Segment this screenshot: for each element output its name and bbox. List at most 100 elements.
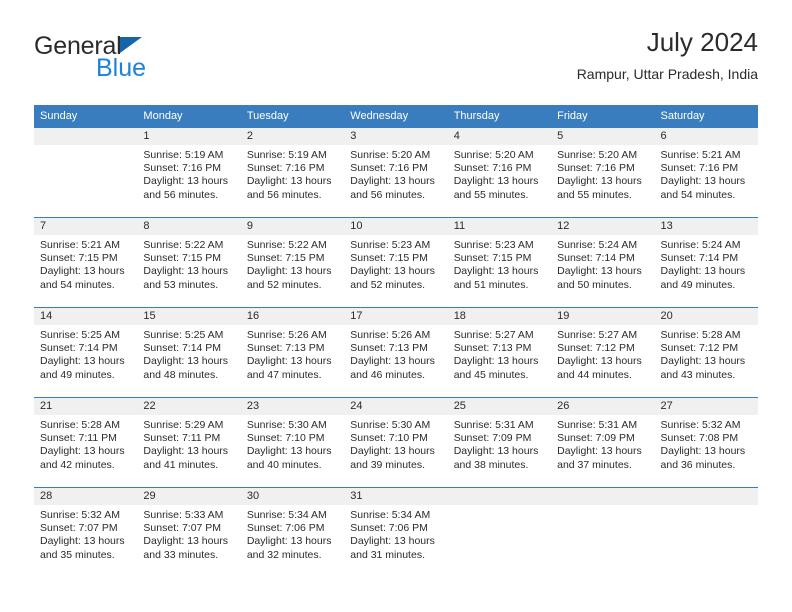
day-cell[interactable]: 27 Sunrise: 5:32 AM Sunset: 7:08 PM Dayl… (654, 397, 758, 488)
logo-text-blue: Blue (96, 54, 147, 82)
day-cell[interactable]: 16 Sunrise: 5:26 AM Sunset: 7:13 PM Dayl… (240, 307, 345, 398)
sunset-text: Sunset: 7:15 PM (453, 252, 532, 265)
daylight-text-line2: and 35 minutes. (40, 548, 115, 561)
day-cell[interactable]: 22 Sunrise: 5:29 AM Sunset: 7:11 PM Dayl… (137, 397, 241, 488)
sunrise-text: Sunrise: 5:27 AM (453, 329, 534, 341)
day-cell[interactable]: 2 Sunrise: 5:19 AM Sunset: 7:16 PM Dayli… (240, 127, 345, 218)
day-cell[interactable]: 24 Sunrise: 5:30 AM Sunset: 7:10 PM Dayl… (344, 397, 448, 488)
day-cell[interactable]: 15 Sunrise: 5:25 AM Sunset: 7:14 PM Dayl… (137, 307, 241, 398)
day-number: 15 (137, 308, 241, 325)
day-number: 4 (447, 128, 552, 145)
daylight-text-line2: and 39 minutes. (350, 458, 425, 471)
day-cell[interactable]: 30 Sunrise: 5:34 AM Sunset: 7:06 PM Dayl… (240, 487, 345, 577)
daylight-text-line1: Daylight: 13 hours (557, 445, 642, 458)
day-number: 1 (137, 128, 241, 145)
general-blue-logo[interactable]: General Blue (34, 34, 244, 90)
day-number: 27 (654, 398, 758, 415)
day-cell[interactable]: 18 Sunrise: 5:27 AM Sunset: 7:13 PM Dayl… (447, 307, 552, 398)
day-cell[interactable]: 29 Sunrise: 5:33 AM Sunset: 7:07 PM Dayl… (137, 487, 241, 577)
day-cell[interactable]: 31 Sunrise: 5:34 AM Sunset: 7:06 PM Dayl… (344, 487, 448, 577)
day-cell[interactable]: 13 Sunrise: 5:24 AM Sunset: 7:14 PM Dayl… (654, 217, 758, 308)
day-cell[interactable]: 6 Sunrise: 5:21 AM Sunset: 7:16 PM Dayli… (654, 127, 758, 218)
day-cell[interactable]: 8 Sunrise: 5:22 AM Sunset: 7:15 PM Dayli… (137, 217, 241, 308)
day-number: 10 (344, 218, 448, 235)
day-cell[interactable]: 11 Sunrise: 5:23 AM Sunset: 7:15 PM Dayl… (447, 217, 552, 308)
sunrise-text: Sunrise: 5:29 AM (143, 419, 224, 431)
sunset-text: Sunset: 7:10 PM (350, 432, 428, 445)
daylight-text-line1: Daylight: 13 hours (246, 535, 332, 548)
sunrise-text: Sunrise: 5:30 AM (246, 419, 327, 431)
sunset-text: Sunset: 7:13 PM (453, 342, 532, 355)
day-cell[interactable]: 21 Sunrise: 5:28 AM Sunset: 7:11 PM Dayl… (34, 397, 138, 488)
day-details: Sunrise: 5:30 AM Sunset: 7:10 PM Dayligh… (241, 415, 344, 472)
sunset-text: Sunset: 7:12 PM (660, 342, 739, 355)
daylight-text-line2: and 51 minutes. (453, 278, 529, 291)
sunrise-text: Sunrise: 5:26 AM (350, 329, 431, 341)
day-number: 14 (34, 308, 138, 325)
day-cell[interactable]: 26 Sunrise: 5:31 AM Sunset: 7:09 PM Dayl… (551, 397, 655, 488)
daylight-text-line1: Daylight: 13 hours (40, 265, 125, 278)
day-cell[interactable]: 12 Sunrise: 5:24 AM Sunset: 7:14 PM Dayl… (551, 217, 655, 308)
calendar-week-row: 1 Sunrise: 5:19 AM Sunset: 7:16 PM Dayli… (34, 127, 758, 218)
day-number: 25 (447, 398, 552, 415)
day-cell[interactable]: 5 Sunrise: 5:20 AM Sunset: 7:16 PM Dayli… (551, 127, 655, 218)
day-number (447, 488, 552, 505)
daylight-text-line2: and 41 minutes. (143, 458, 219, 471)
day-cell[interactable]: 14 Sunrise: 5:25 AM Sunset: 7:14 PM Dayl… (34, 307, 138, 398)
day-cell[interactable]: 25 Sunrise: 5:31 AM Sunset: 7:09 PM Dayl… (447, 397, 552, 488)
sunset-text: Sunset: 7:09 PM (453, 432, 532, 445)
day-cell[interactable]: 4 Sunrise: 5:20 AM Sunset: 7:16 PM Dayli… (447, 127, 552, 218)
day-number: 26 (551, 398, 655, 415)
day-number: 20 (654, 308, 758, 325)
sunset-text: Sunset: 7:08 PM (660, 432, 739, 445)
day-details: Sunrise: 5:21 AM Sunset: 7:15 PM Dayligh… (34, 235, 137, 292)
calendar-header-row: Sunday Monday Tuesday Wednesday Thursday… (34, 105, 758, 128)
daylight-text-line1: Daylight: 13 hours (350, 445, 435, 458)
sunset-text: Sunset: 7:07 PM (143, 522, 222, 535)
daylight-text-line1: Daylight: 13 hours (453, 175, 539, 188)
day-number: 22 (137, 398, 241, 415)
day-details: Sunrise: 5:28 AM Sunset: 7:12 PM Dayligh… (655, 325, 758, 382)
day-cell[interactable]: 19 Sunrise: 5:27 AM Sunset: 7:12 PM Dayl… (551, 307, 655, 398)
daylight-text-line1: Daylight: 13 hours (143, 445, 229, 458)
day-cell (447, 487, 552, 577)
sunset-text: Sunset: 7:16 PM (143, 162, 222, 175)
daylight-text-line1: Daylight: 13 hours (350, 535, 435, 548)
sunset-text: Sunset: 7:15 PM (40, 252, 118, 265)
day-cell[interactable]: 20 Sunrise: 5:28 AM Sunset: 7:12 PM Dayl… (654, 307, 758, 398)
day-cell (34, 127, 138, 218)
day-number (551, 488, 655, 505)
daylight-text-line2: and 52 minutes. (350, 278, 425, 291)
day-cell[interactable]: 17 Sunrise: 5:26 AM Sunset: 7:13 PM Dayl… (344, 307, 448, 398)
sunrise-text: Sunrise: 5:32 AM (40, 509, 120, 521)
weekday-header-wednesday: Wednesday (344, 105, 448, 128)
sunrise-text: Sunrise: 5:25 AM (143, 329, 224, 341)
sunset-text: Sunset: 7:13 PM (246, 342, 325, 355)
sunset-text: Sunset: 7:14 PM (40, 342, 118, 355)
day-details: Sunrise: 5:27 AM Sunset: 7:13 PM Dayligh… (448, 325, 551, 382)
sunset-text: Sunset: 7:06 PM (350, 522, 428, 535)
day-number: 18 (447, 308, 552, 325)
sunrise-text: Sunrise: 5:31 AM (557, 419, 638, 431)
day-number: 8 (137, 218, 241, 235)
daylight-text-line1: Daylight: 13 hours (557, 175, 642, 188)
sunrise-sunset-calendar: Sunday Monday Tuesday Wednesday Thursday… (34, 105, 758, 577)
day-number: 30 (240, 488, 345, 505)
daylight-text-line1: Daylight: 13 hours (143, 535, 229, 548)
day-cell[interactable]: 3 Sunrise: 5:20 AM Sunset: 7:16 PM Dayli… (344, 127, 448, 218)
day-cell[interactable]: 28 Sunrise: 5:32 AM Sunset: 7:07 PM Dayl… (34, 487, 138, 577)
day-cell[interactable]: 9 Sunrise: 5:22 AM Sunset: 7:15 PM Dayli… (240, 217, 345, 308)
day-cell[interactable]: 7 Sunrise: 5:21 AM Sunset: 7:15 PM Dayli… (34, 217, 138, 308)
daylight-text-line2: and 40 minutes. (246, 458, 322, 471)
daylight-text-line2: and 42 minutes. (40, 458, 115, 471)
day-number: 21 (34, 398, 138, 415)
day-cell[interactable]: 10 Sunrise: 5:23 AM Sunset: 7:15 PM Dayl… (344, 217, 448, 308)
daylight-text-line1: Daylight: 13 hours (40, 445, 125, 458)
sunrise-text: Sunrise: 5:22 AM (143, 239, 224, 251)
day-cell[interactable]: 1 Sunrise: 5:19 AM Sunset: 7:16 PM Dayli… (137, 127, 241, 218)
day-number: 24 (344, 398, 448, 415)
day-details: Sunrise: 5:25 AM Sunset: 7:14 PM Dayligh… (34, 325, 137, 382)
sunset-text: Sunset: 7:16 PM (453, 162, 532, 175)
sunrise-text: Sunrise: 5:20 AM (557, 149, 638, 161)
day-cell[interactable]: 23 Sunrise: 5:30 AM Sunset: 7:10 PM Dayl… (240, 397, 345, 488)
